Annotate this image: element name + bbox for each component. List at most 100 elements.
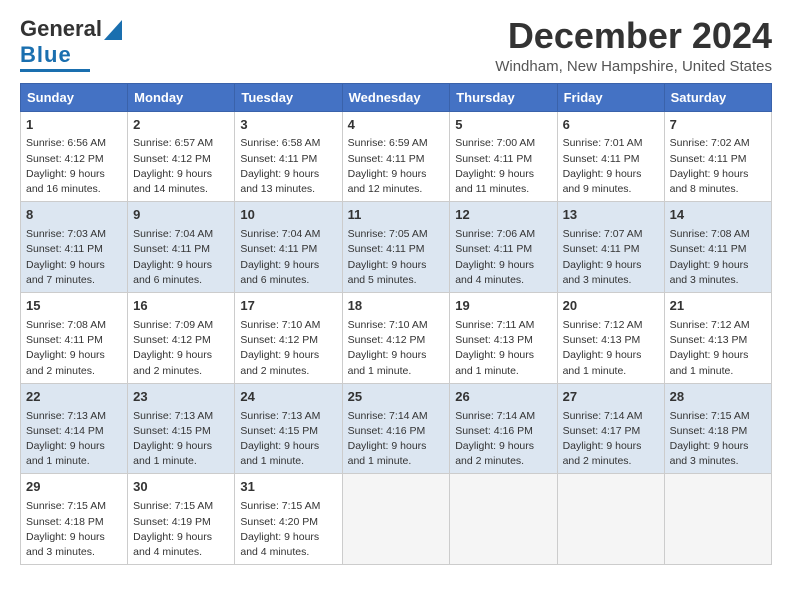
day-number: 9: [133, 206, 229, 225]
day-info: Sunrise: 7:14 AM Sunset: 4:17 PM Dayligh…: [563, 409, 659, 470]
calendar-day-cell: 7Sunrise: 7:02 AM Sunset: 4:11 PM Daylig…: [664, 111, 771, 202]
calendar-day-cell: 1Sunrise: 6:56 AM Sunset: 4:12 PM Daylig…: [21, 111, 128, 202]
calendar-table: SundayMondayTuesdayWednesdayThursdayFrid…: [20, 83, 772, 566]
calendar-day-cell: 27 Sunrise: 7:14 AM Sunset: 4:17 PM Dayli…: [557, 383, 664, 474]
day-number: 31: [240, 478, 336, 497]
calendar-day-cell: 3Sunrise: 6:58 AM Sunset: 4:11 PM Daylig…: [235, 111, 342, 202]
day-number: 6: [563, 116, 659, 135]
day-info: Sunrise: 7:04 AM Sunset: 4:11 PM Dayligh…: [240, 227, 336, 288]
day-number: 19: [455, 297, 551, 316]
day-number: 29: [26, 478, 122, 497]
calendar-day-cell: 9 Sunrise: 7:04 AM Sunset: 4:11 PM Daylig…: [128, 202, 235, 293]
weekday-header-wednesday: Wednesday: [342, 83, 450, 111]
calendar-day-cell: [450, 474, 557, 565]
calendar-day-cell: 6Sunrise: 7:01 AM Sunset: 4:11 PM Daylig…: [557, 111, 664, 202]
page-header: General Blue December 2024 Windham, New …: [20, 16, 772, 75]
day-info: Sunrise: 7:03 AM Sunset: 4:11 PM Dayligh…: [26, 227, 122, 288]
calendar-day-cell: 19 Sunrise: 7:11 AM Sunset: 4:13 PM Dayli…: [450, 293, 557, 384]
logo-underline: [20, 69, 90, 72]
day-number: 3: [240, 116, 336, 135]
day-number: 4: [348, 116, 445, 135]
weekday-header-friday: Friday: [557, 83, 664, 111]
calendar-day-cell: 29Sunrise: 7:15 AM Sunset: 4:18 PM Dayli…: [21, 474, 128, 565]
calendar-day-cell: 15 Sunrise: 7:08 AM Sunset: 4:11 PM Dayli…: [21, 293, 128, 384]
calendar-day-cell: 20Sunrise: 7:12 AM Sunset: 4:13 PM Dayli…: [557, 293, 664, 384]
day-info: Sunrise: 7:10 AM Sunset: 4:12 PM Dayligh…: [348, 318, 445, 379]
weekday-header-saturday: Saturday: [664, 83, 771, 111]
calendar-day-cell: 5Sunrise: 7:00 AM Sunset: 4:11 PM Daylig…: [450, 111, 557, 202]
logo-general: General: [20, 16, 102, 42]
day-number: 7: [670, 116, 766, 135]
calendar-day-cell: 31 Sunrise: 7:15 AM Sunset: 4:20 PM Dayli…: [235, 474, 342, 565]
calendar-day-cell: 28 Sunrise: 7:15 AM Sunset: 4:18 PM Dayli…: [664, 383, 771, 474]
day-number: 23: [133, 388, 229, 407]
day-info: Sunrise: 7:13 AM Sunset: 4:15 PM Dayligh…: [240, 409, 336, 470]
day-number: 13: [563, 206, 659, 225]
calendar-day-cell: 11 Sunrise: 7:05 AM Sunset: 4:11 PM Dayli…: [342, 202, 450, 293]
day-number: 16: [133, 297, 229, 316]
day-number: 27: [563, 388, 659, 407]
day-number: 30: [133, 478, 229, 497]
calendar-week-row: 15 Sunrise: 7:08 AM Sunset: 4:11 PM Dayli…: [21, 293, 772, 384]
calendar-day-cell: 2Sunrise: 6:57 AM Sunset: 4:12 PM Daylig…: [128, 111, 235, 202]
day-info: Sunrise: 6:56 AM Sunset: 4:12 PM Dayligh…: [26, 136, 122, 197]
day-number: 17: [240, 297, 336, 316]
calendar-day-cell: [557, 474, 664, 565]
day-info: Sunrise: 7:04 AM Sunset: 4:11 PM Dayligh…: [133, 227, 229, 288]
calendar-week-row: 22 Sunrise: 7:13 AM Sunset: 4:14 PM Dayli…: [21, 383, 772, 474]
calendar-day-cell: [664, 474, 771, 565]
day-number: 21: [670, 297, 766, 316]
day-info: Sunrise: 6:59 AM Sunset: 4:11 PM Dayligh…: [348, 136, 445, 197]
calendar-day-cell: 24Sunrise: 7:13 AM Sunset: 4:15 PM Dayli…: [235, 383, 342, 474]
day-number: 1: [26, 116, 122, 135]
day-info: Sunrise: 7:13 AM Sunset: 4:15 PM Dayligh…: [133, 409, 229, 470]
day-number: 22: [26, 388, 122, 407]
day-info: Sunrise: 7:07 AM Sunset: 4:11 PM Dayligh…: [563, 227, 659, 288]
day-info: Sunrise: 7:11 AM Sunset: 4:13 PM Dayligh…: [455, 318, 551, 379]
title-area: December 2024 Windham, New Hampshire, Un…: [495, 16, 772, 75]
day-info: Sunrise: 6:58 AM Sunset: 4:11 PM Dayligh…: [240, 136, 336, 197]
day-info: Sunrise: 7:15 AM Sunset: 4:19 PM Dayligh…: [133, 499, 229, 560]
day-info: Sunrise: 7:09 AM Sunset: 4:12 PM Dayligh…: [133, 318, 229, 379]
calendar-week-row: 8Sunrise: 7:03 AM Sunset: 4:11 PM Daylig…: [21, 202, 772, 293]
day-number: 26: [455, 388, 551, 407]
calendar-day-cell: 21 Sunrise: 7:12 AM Sunset: 4:13 PM Dayli…: [664, 293, 771, 384]
weekday-header-sunday: Sunday: [21, 83, 128, 111]
day-number: 15: [26, 297, 122, 316]
day-number: 28: [670, 388, 766, 407]
calendar-day-cell: 4Sunrise: 6:59 AM Sunset: 4:11 PM Daylig…: [342, 111, 450, 202]
calendar-day-cell: 12Sunrise: 7:06 AM Sunset: 4:11 PM Dayli…: [450, 202, 557, 293]
day-info: Sunrise: 7:12 AM Sunset: 4:13 PM Dayligh…: [670, 318, 766, 379]
calendar-week-row: 29Sunrise: 7:15 AM Sunset: 4:18 PM Dayli…: [21, 474, 772, 565]
day-info: Sunrise: 7:10 AM Sunset: 4:12 PM Dayligh…: [240, 318, 336, 379]
calendar-day-cell: 25Sunrise: 7:14 AM Sunset: 4:16 PM Dayli…: [342, 383, 450, 474]
weekday-header-thursday: Thursday: [450, 83, 557, 111]
calendar-week-row: 1Sunrise: 6:56 AM Sunset: 4:12 PM Daylig…: [21, 111, 772, 202]
location-title: Windham, New Hampshire, United States: [495, 58, 772, 75]
calendar-day-cell: 10Sunrise: 7:04 AM Sunset: 4:11 PM Dayli…: [235, 202, 342, 293]
day-info: Sunrise: 7:08 AM Sunset: 4:11 PM Dayligh…: [26, 318, 122, 379]
day-number: 20: [563, 297, 659, 316]
day-number: 2: [133, 116, 229, 135]
calendar-day-cell: 30 Sunrise: 7:15 AM Sunset: 4:19 PM Dayli…: [128, 474, 235, 565]
day-info: Sunrise: 7:14 AM Sunset: 4:16 PM Dayligh…: [348, 409, 445, 470]
logo: General Blue: [20, 16, 122, 72]
day-number: 11: [348, 206, 445, 225]
day-info: Sunrise: 7:15 AM Sunset: 4:18 PM Dayligh…: [670, 409, 766, 470]
logo-blue: Blue: [20, 42, 72, 68]
calendar-day-cell: 14Sunrise: 7:08 AM Sunset: 4:11 PM Dayli…: [664, 202, 771, 293]
day-number: 18: [348, 297, 445, 316]
logo-triangle-icon: [104, 20, 122, 40]
calendar-day-cell: 23 Sunrise: 7:13 AM Sunset: 4:15 PM Dayli…: [128, 383, 235, 474]
day-number: 5: [455, 116, 551, 135]
day-info: Sunrise: 7:05 AM Sunset: 4:11 PM Dayligh…: [348, 227, 445, 288]
day-number: 12: [455, 206, 551, 225]
day-info: Sunrise: 7:15 AM Sunset: 4:20 PM Dayligh…: [240, 499, 336, 560]
weekday-header-tuesday: Tuesday: [235, 83, 342, 111]
day-info: Sunrise: 7:01 AM Sunset: 4:11 PM Dayligh…: [563, 136, 659, 197]
day-info: Sunrise: 7:02 AM Sunset: 4:11 PM Dayligh…: [670, 136, 766, 197]
calendar-day-cell: 13 Sunrise: 7:07 AM Sunset: 4:11 PM Dayli…: [557, 202, 664, 293]
day-info: Sunrise: 7:13 AM Sunset: 4:14 PM Dayligh…: [26, 409, 122, 470]
day-info: Sunrise: 7:08 AM Sunset: 4:11 PM Dayligh…: [670, 227, 766, 288]
calendar-day-cell: 22 Sunrise: 7:13 AM Sunset: 4:14 PM Dayli…: [21, 383, 128, 474]
